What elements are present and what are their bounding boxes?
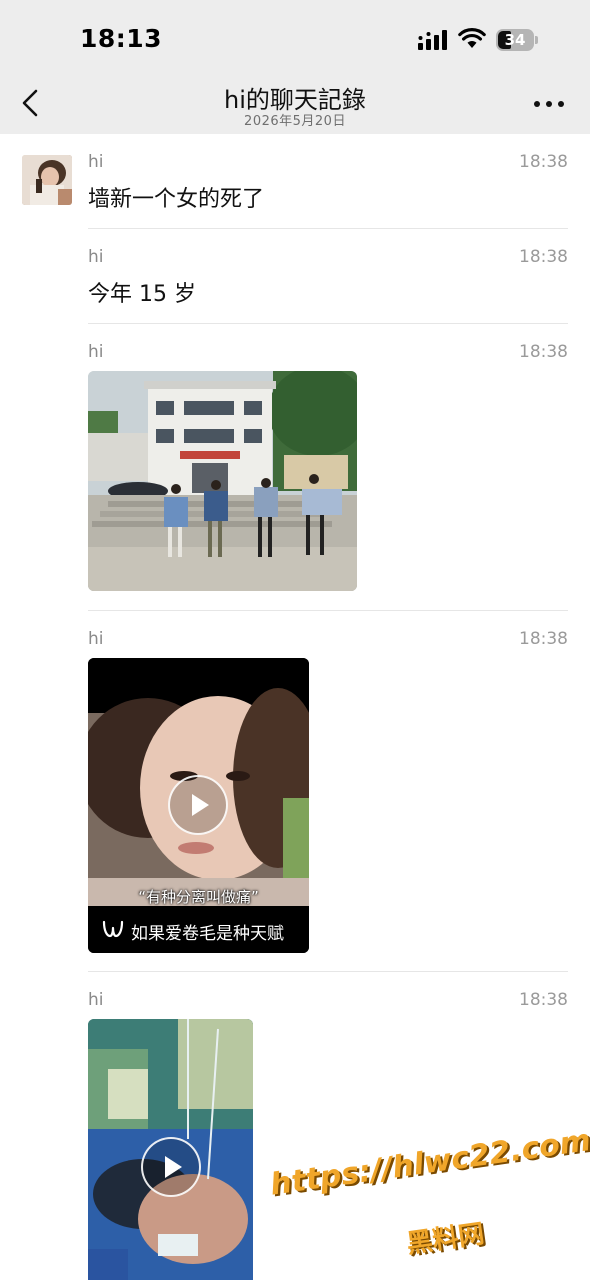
message-divider	[88, 610, 568, 611]
avatar[interactable]	[22, 155, 72, 205]
battery-level: 34	[504, 31, 526, 49]
message-video[interactable]	[88, 1019, 253, 1280]
message-divider	[88, 228, 568, 229]
video-caption: “有种分离叫做痛”	[138, 888, 259, 906]
message-sender: hi	[88, 247, 104, 267]
ellipsis-icon[interactable]	[532, 92, 566, 114]
channels-icon	[102, 920, 124, 938]
message-time: 18:38	[519, 629, 568, 649]
message-divider	[88, 323, 568, 324]
message-image[interactable]	[88, 371, 357, 591]
watermark-name: 黑料网	[404, 1219, 487, 1260]
message-sender: hi	[88, 342, 104, 362]
battery-icon: 34	[496, 29, 538, 51]
message-text[interactable]: 今年 15 岁	[88, 276, 196, 308]
message-time: 18:38	[519, 342, 568, 362]
channel-bar[interactable]: 如果爱卷毛是种天赋	[88, 906, 309, 953]
message-video[interactable]: “有种分离叫做痛” 如果爱卷毛是种天赋	[88, 658, 309, 953]
message-time: 18:38	[519, 152, 568, 172]
message-sender: hi	[88, 152, 104, 172]
status-bar: 18:13 34	[0, 0, 590, 72]
page-subtitle: 2026年5月20日	[244, 114, 346, 129]
channel-name: 如果爱卷毛是种天赋	[131, 924, 284, 944]
message-sender: hi	[88, 990, 104, 1010]
play-icon[interactable]	[141, 1137, 201, 1197]
message-time: 18:38	[519, 990, 568, 1010]
message-time: 18:38	[519, 247, 568, 267]
nav-bar: hi的聊天記錄 2026年5月20日	[0, 72, 590, 134]
message-sender: hi	[88, 629, 104, 649]
watermark-url: https://hlwc22.com	[268, 1123, 590, 1203]
message-text[interactable]: 墙新一个女的死了	[88, 181, 264, 213]
cellular-signal-icon	[418, 30, 447, 50]
status-time: 18:13	[80, 24, 163, 53]
play-icon[interactable]	[168, 775, 228, 835]
wifi-icon	[458, 28, 486, 48]
message-divider	[88, 971, 568, 972]
